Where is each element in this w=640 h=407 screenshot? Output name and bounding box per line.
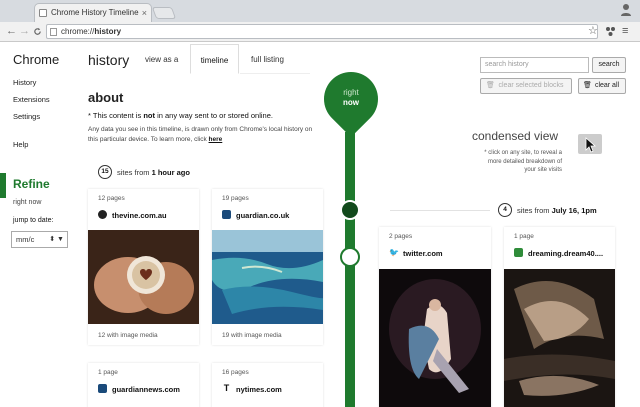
about-notice: * This content is not in any way sent to… bbox=[88, 111, 273, 120]
condensed-view-hint: * click on any site, to reveal a more de… bbox=[484, 150, 562, 173]
menu-icon[interactable]: ≡ bbox=[622, 24, 628, 39]
stage-photo bbox=[379, 269, 491, 407]
tab-underline bbox=[240, 73, 310, 74]
url-prefix: chrome:// bbox=[61, 27, 95, 36]
dreaming-icon bbox=[514, 248, 523, 257]
browser-tab-bar: Chrome History Timeline × bbox=[0, 0, 640, 22]
condensed-view-title: condensed view bbox=[472, 129, 559, 143]
refine-marker bbox=[0, 173, 6, 198]
profile-icon[interactable] bbox=[620, 3, 632, 17]
address-bar[interactable]: chrome://history bbox=[46, 24, 598, 39]
group-count-badge: 4 bbox=[498, 203, 512, 217]
timeline-node-current[interactable] bbox=[340, 200, 360, 220]
trash-icon: 🗑 bbox=[583, 82, 592, 89]
site-card-guardian[interactable]: 19 pages guardian.co.uk 19 with image me… bbox=[212, 189, 323, 345]
site-card-dreaming[interactable]: 1 page dreaming.dream40.... bbox=[504, 227, 615, 407]
page-count: 16 pages bbox=[222, 369, 249, 376]
tab-title: Chrome History Timeline bbox=[51, 8, 139, 17]
right-now-link[interactable]: right now bbox=[13, 199, 41, 206]
learn-more-link[interactable]: here bbox=[209, 136, 223, 143]
jump-to-date-label: jump to date: bbox=[13, 217, 54, 224]
page-count: 1 page bbox=[98, 369, 118, 376]
page-count: 1 page bbox=[514, 233, 534, 240]
right-now-label: right now bbox=[343, 88, 359, 107]
timeline-line bbox=[345, 132, 355, 407]
browser-tab[interactable]: Chrome History Timeline × bbox=[34, 3, 152, 22]
site-name: guardiannews.com bbox=[112, 385, 180, 394]
date-spinner-icon[interactable]: ⬍ ▼ bbox=[49, 232, 64, 247]
page-icon bbox=[50, 28, 57, 36]
search-input[interactable]: search history bbox=[480, 57, 589, 73]
coffee-photo bbox=[88, 230, 199, 324]
page-count: 12 pages bbox=[98, 195, 125, 202]
group-heading: sites from 1 hour ago bbox=[117, 168, 190, 177]
browser-toolbar: ← → chrome://history ☆ ≡ bbox=[0, 22, 640, 42]
timeline-connector bbox=[390, 210, 490, 211]
page-favicon-icon bbox=[39, 9, 47, 17]
about-title: about bbox=[88, 90, 124, 105]
forward-button[interactable]: → bbox=[19, 24, 30, 38]
sidebar-brand: Chrome bbox=[13, 52, 60, 67]
page-count: 2 pages bbox=[389, 233, 413, 240]
group-count-badge: 15 bbox=[98, 165, 112, 179]
history-page: Chrome History Extensions Settings Help … bbox=[0, 42, 640, 407]
site-card-thevine[interactable]: 12 pages thevine.com.au 12 with image me… bbox=[88, 189, 199, 345]
sidebar-item-extensions[interactable]: Extensions bbox=[13, 95, 50, 104]
group-heading: sites from July 16, 1pm bbox=[517, 206, 597, 215]
site-name: thevine.com.au bbox=[112, 211, 167, 220]
site-card-twitter[interactable]: 2 pages 🐦 twitter.com bbox=[379, 227, 491, 407]
bookmark-star-icon[interactable]: ☆ bbox=[588, 24, 598, 39]
cursor-icon bbox=[585, 137, 597, 153]
tab-timeline[interactable]: timeline bbox=[190, 44, 239, 74]
twitter-icon: 🐦 bbox=[389, 248, 399, 257]
date-value: mm/c bbox=[16, 235, 35, 244]
sidebar-item-history[interactable]: History bbox=[13, 78, 36, 87]
trash-icon: 🗑 bbox=[486, 82, 495, 89]
clear-selected-button[interactable]: 🗑 clear selected blocks bbox=[480, 78, 572, 94]
timeline-node[interactable] bbox=[340, 247, 360, 267]
guardian-icon bbox=[222, 210, 231, 219]
tab-full-listing[interactable]: full listing bbox=[251, 55, 284, 64]
sidebar-item-settings[interactable]: Settings bbox=[13, 112, 40, 121]
refine-title: Refine bbox=[13, 177, 50, 191]
url-path: history bbox=[94, 27, 122, 36]
nytimes-icon: T bbox=[222, 383, 231, 393]
tab-view-as: view as a bbox=[145, 55, 179, 64]
site-card-guardiannews[interactable]: 1 page guardiannews.com bbox=[88, 363, 199, 407]
thevine-icon bbox=[98, 210, 107, 219]
back-button[interactable]: ← bbox=[6, 24, 17, 38]
image-media-count: 19 with image media bbox=[222, 332, 282, 339]
site-name: dreaming.dream40.... bbox=[528, 249, 604, 258]
dancer-photo bbox=[504, 269, 615, 407]
site-card-nytimes[interactable]: 16 pages T nytimes.com bbox=[212, 363, 323, 407]
reef-photo bbox=[212, 230, 323, 324]
new-tab-button[interactable] bbox=[151, 7, 177, 19]
reload-button[interactable] bbox=[33, 24, 42, 40]
sidebar: Chrome History Extensions Settings Help … bbox=[0, 42, 72, 407]
extension-icon[interactable] bbox=[605, 24, 616, 42]
site-name: guardian.co.uk bbox=[236, 211, 290, 220]
site-name: twitter.com bbox=[403, 249, 443, 258]
sidebar-item-help[interactable]: Help bbox=[13, 140, 28, 149]
date-input[interactable]: mm/c ⬍ ▼ bbox=[11, 231, 68, 248]
page-title: history bbox=[88, 52, 130, 68]
image-media-count: 12 with image media bbox=[98, 332, 158, 339]
guardiannews-icon bbox=[98, 384, 107, 393]
search-button[interactable]: search bbox=[592, 57, 626, 73]
site-name: nytimes.com bbox=[236, 385, 282, 394]
page-count: 19 pages bbox=[222, 195, 249, 202]
clear-all-button[interactable]: 🗑 clear all bbox=[578, 78, 626, 94]
condensed-view-toggle[interactable] bbox=[578, 134, 602, 154]
close-tab-icon[interactable]: × bbox=[142, 4, 147, 22]
about-description: Any data you see in this timeline, is dr… bbox=[88, 126, 313, 143]
